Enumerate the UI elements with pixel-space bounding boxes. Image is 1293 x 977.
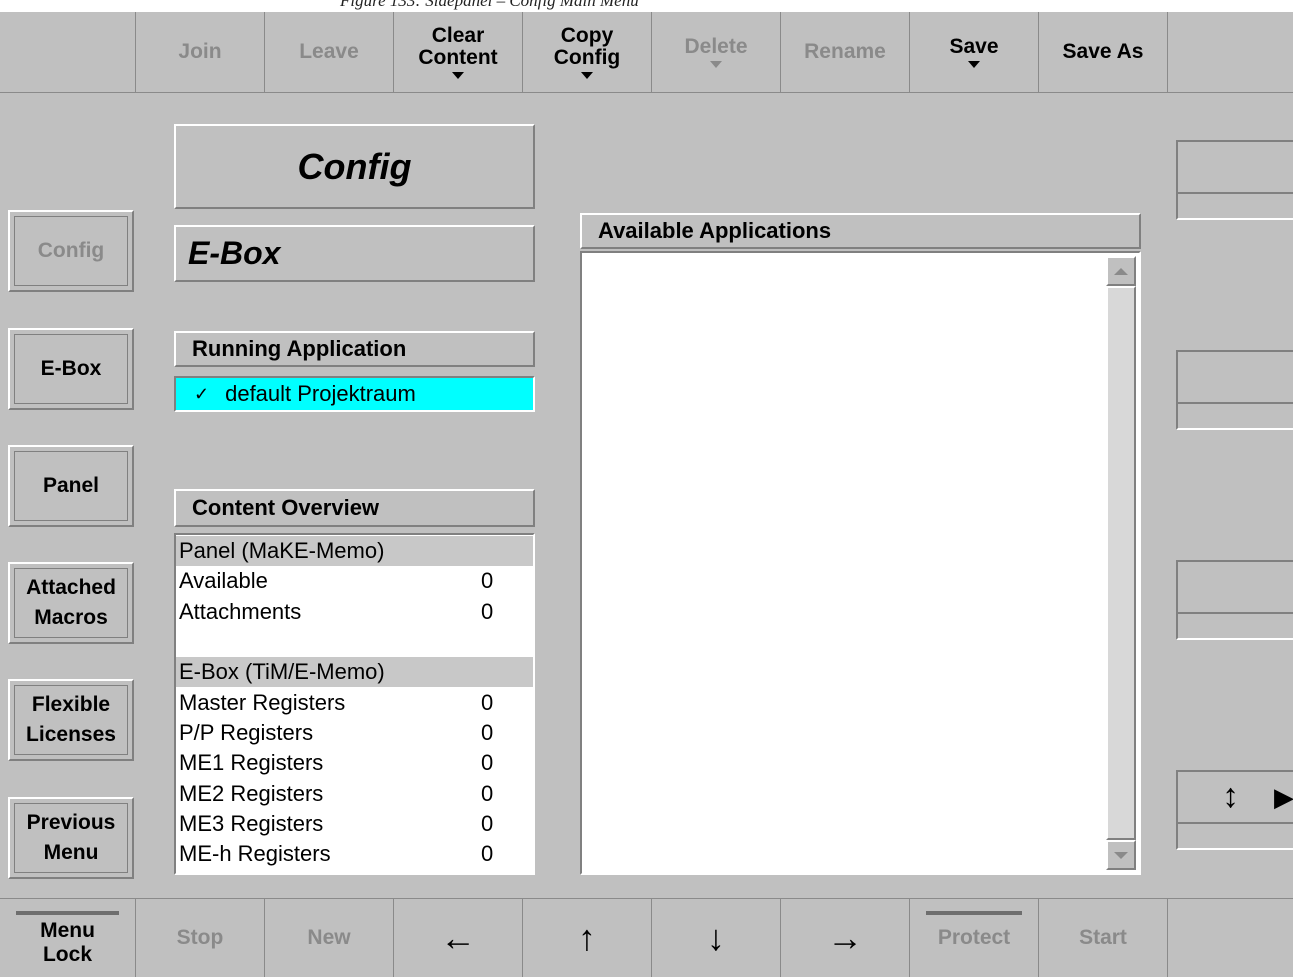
right-arrow-icon[interactable]: ▶ [1274,782,1293,812]
list-item: ME3 Registers 0 [179,810,494,836]
start-button[interactable]: Start [1039,899,1168,977]
arrow-left-icon: ← [440,917,476,958]
top-empty-button-right [1168,12,1293,92]
up-down-arrow-icon[interactable]: ↕ [1222,776,1239,816]
available-applications-header: Available Applications [580,213,1141,249]
arrow-right-icon: → [827,917,863,958]
list-item: ME2 Registers 0 [179,780,494,806]
page-subtitle: E-Box [174,225,535,282]
running-application-header: Running Application [174,331,535,367]
sidebar-item-e-box[interactable]: E-Box [8,328,134,410]
right-panel-slot-1[interactable] [1176,140,1293,220]
content-overview-header: Content Overview [174,489,535,527]
dropdown-arrow-icon [452,72,464,79]
scroll-down-icon [1114,851,1128,859]
arrow-left-button[interactable]: ← [394,899,523,977]
running-application-item[interactable]: ✓ default Projektraum [174,376,535,412]
save-as-button[interactable]: Save As [1039,12,1168,92]
dropdown-arrow-icon [968,61,980,68]
stop-button[interactable]: Stop [136,899,265,977]
clear-content-button[interactable]: Clear Content [394,12,523,92]
arrow-up-button[interactable]: ↑ [523,899,652,977]
arrow-up-icon: ↑ [578,917,596,958]
list-item: Attachments 0 [179,598,494,624]
arrow-down-button[interactable]: ↓ [652,899,781,977]
list-item: Available 0 [179,568,494,594]
available-applications-list[interactable] [580,251,1141,875]
sidebar-item-flexible-licenses[interactable]: Flexible Licenses [8,679,134,761]
list-section-header: E-Box (TiM/E-Memo) [176,657,533,688]
right-panel-slot-4[interactable]: ↕ ▶ [1176,770,1293,850]
running-application-label: default Projektraum [225,381,416,406]
arrow-down-icon: ↓ [707,917,725,958]
copy-config-button[interactable]: Copy Config [523,12,652,92]
figure-caption: Figure 133: Sidepanel – Config Main Menu [0,0,1293,12]
leave-button[interactable]: Leave [265,12,394,92]
list-item: Master Registers 0 [179,689,494,715]
list-section-header: Panel (MaKE-Memo) [176,536,533,567]
scroll-up-icon [1114,267,1128,275]
right-panel-slot-3[interactable] [1176,560,1293,640]
content-overview-list: Panel (MaKE-Memo) Available 0 Attachments… [174,533,535,875]
delete-button[interactable]: Delete [652,12,781,92]
scroll-up-button[interactable] [1106,256,1136,286]
page-title: Config [174,124,535,209]
bottom-empty-button-right [1168,899,1293,977]
list-item: P/P Registers 0 [179,719,494,745]
scroll-track[interactable] [1106,286,1136,840]
menu-lock-indicator [16,911,119,915]
right-panel-slot-2[interactable] [1176,350,1293,430]
protect-indicator [926,911,1022,915]
vertical-scrollbar[interactable] [1106,256,1136,870]
sidebar-item-config[interactable]: Config [8,210,134,292]
scroll-down-button[interactable] [1106,840,1136,870]
sidebar-item-attached-macros[interactable]: Attached Macros [8,562,134,644]
menu-lock-button[interactable]: Menu Lock [0,899,136,977]
bottom-toolbar: Menu Lock Stop New ← ↑ ↓ → Protect Start [0,898,1293,977]
list-item: ME1 Registers 0 [179,750,494,776]
dropdown-arrow-icon [581,72,593,79]
caption-text: Figure 133: Sidepanel – Config Main Menu [340,0,639,10]
save-button[interactable]: Save [910,12,1039,92]
new-button[interactable]: New [265,899,394,977]
checkmark-icon: ✓ [194,383,210,404]
sidebar-item-panel[interactable]: Panel [8,445,134,527]
rename-button[interactable]: Rename [781,12,910,92]
list-item: ME-h Registers 0 [179,841,494,867]
top-empty-button-left [0,12,136,92]
dropdown-arrow-icon [710,61,722,68]
join-button[interactable]: Join [136,12,265,92]
arrow-right-button[interactable]: → [781,899,910,977]
top-toolbar: Join Leave Clear Content Copy Config Del… [0,12,1293,93]
protect-button[interactable]: Protect [910,899,1039,977]
sidebar-item-previous-menu[interactable]: Previous Menu [8,797,134,879]
